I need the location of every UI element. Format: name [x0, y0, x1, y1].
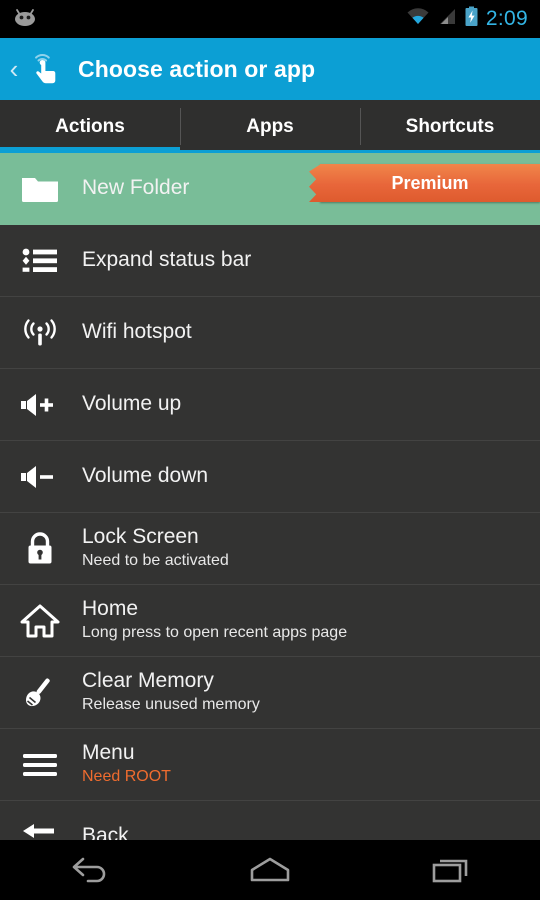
- list-item-title: Lock Screen: [82, 524, 199, 548]
- nav-home-icon[interactable]: [180, 854, 360, 886]
- back-chevron-icon[interactable]: ‹: [6, 56, 22, 82]
- wifi-icon: [406, 7, 430, 31]
- nav-back-icon[interactable]: [0, 854, 180, 886]
- folder-icon: [14, 173, 66, 205]
- broadcast-antenna-icon: [14, 316, 66, 350]
- cell-signal-icon: [437, 7, 457, 31]
- list-item-text: Home Long press to open recent apps page: [82, 597, 347, 645]
- status-bar-right: 2:09: [406, 6, 528, 32]
- back-arrow-icon: [14, 822, 66, 841]
- list-item-back[interactable]: Back: [0, 801, 540, 840]
- list-item-title: Home: [82, 596, 139, 620]
- touch-gesture-icon: [23, 48, 65, 90]
- broom-icon: [14, 674, 66, 712]
- volume-up-icon: [14, 391, 66, 419]
- list-item-text: Volume up: [82, 392, 181, 417]
- list-item-title: Volume up: [82, 392, 182, 416]
- list-item-text: Back: [82, 824, 129, 840]
- list-item-text: Volume down: [82, 464, 208, 489]
- phone-screen: 2:09 ‹ Choose action or app Actions Apps…: [0, 0, 540, 900]
- list-item-title: New Folder: [82, 176, 190, 200]
- list-item-expand-status-bar[interactable]: Expand status bar: [0, 225, 540, 297]
- nav-recents-icon[interactable]: [360, 854, 540, 886]
- home-icon: [14, 602, 66, 640]
- list-item-title: Menu: [82, 740, 135, 764]
- list-item-text: Clear Memory Release unused memory: [82, 669, 260, 717]
- battery-charging-icon: [464, 6, 479, 32]
- list-item-volume-up[interactable]: Volume up: [0, 369, 540, 441]
- list-item-title: Expand status bar: [82, 248, 252, 272]
- status-bar: 2:09: [0, 0, 540, 38]
- list-item-lock-screen[interactable]: Lock Screen Need to be activated: [0, 513, 540, 585]
- list-item-text: New Folder: [82, 176, 189, 201]
- list-item-title: Clear Memory: [82, 668, 214, 692]
- list-item-menu[interactable]: Menu Need ROOT: [0, 729, 540, 801]
- list-item-text: Expand status bar: [82, 248, 251, 273]
- list-item-title: Back: [82, 824, 129, 840]
- status-bar-clock: 2:09: [485, 7, 528, 30]
- list-item-new-folder[interactable]: New Folder Premium: [0, 153, 540, 225]
- action-list[interactable]: New Folder Premium Expand status bar Wif…: [0, 153, 540, 840]
- list-item-subtitle: Need to be activated: [82, 552, 229, 570]
- list-item-subtitle: Long press to open recent apps page: [82, 624, 348, 642]
- volume-down-icon: [14, 463, 66, 491]
- bulleted-list-icon: [14, 245, 66, 277]
- tab-shortcuts[interactable]: Shortcuts: [360, 100, 540, 153]
- list-item-title: Wifi hotspot: [82, 320, 192, 344]
- list-item-title: Volume down: [82, 464, 209, 488]
- page-title: Choose action or app: [78, 55, 316, 82]
- list-item-text: Wifi hotspot: [82, 320, 192, 345]
- tab-bar: Actions Apps Shortcuts: [0, 100, 540, 153]
- list-item-home[interactable]: Home Long press to open recent apps page: [0, 585, 540, 657]
- android-mascot-icon: [12, 7, 38, 32]
- action-bar: ‹ Choose action or app: [0, 38, 540, 100]
- hamburger-menu-icon: [14, 750, 66, 780]
- list-item-wifi-hotspot[interactable]: Wifi hotspot: [0, 297, 540, 369]
- list-item-text: Menu Need ROOT: [82, 741, 171, 789]
- tab-apps[interactable]: Apps: [180, 100, 360, 153]
- navigation-bar: [0, 840, 540, 900]
- list-item-subtitle: Need ROOT: [82, 768, 171, 786]
- tab-actions[interactable]: Actions: [0, 100, 180, 153]
- lock-icon: [14, 530, 66, 568]
- premium-badge[interactable]: Premium: [320, 164, 540, 202]
- list-item-subtitle: Release unused memory: [82, 696, 260, 714]
- list-item-clear-memory[interactable]: Clear Memory Release unused memory: [0, 657, 540, 729]
- list-item-volume-down[interactable]: Volume down: [0, 441, 540, 513]
- status-bar-left: [12, 7, 38, 32]
- list-item-text: Lock Screen Need to be activated: [82, 525, 229, 573]
